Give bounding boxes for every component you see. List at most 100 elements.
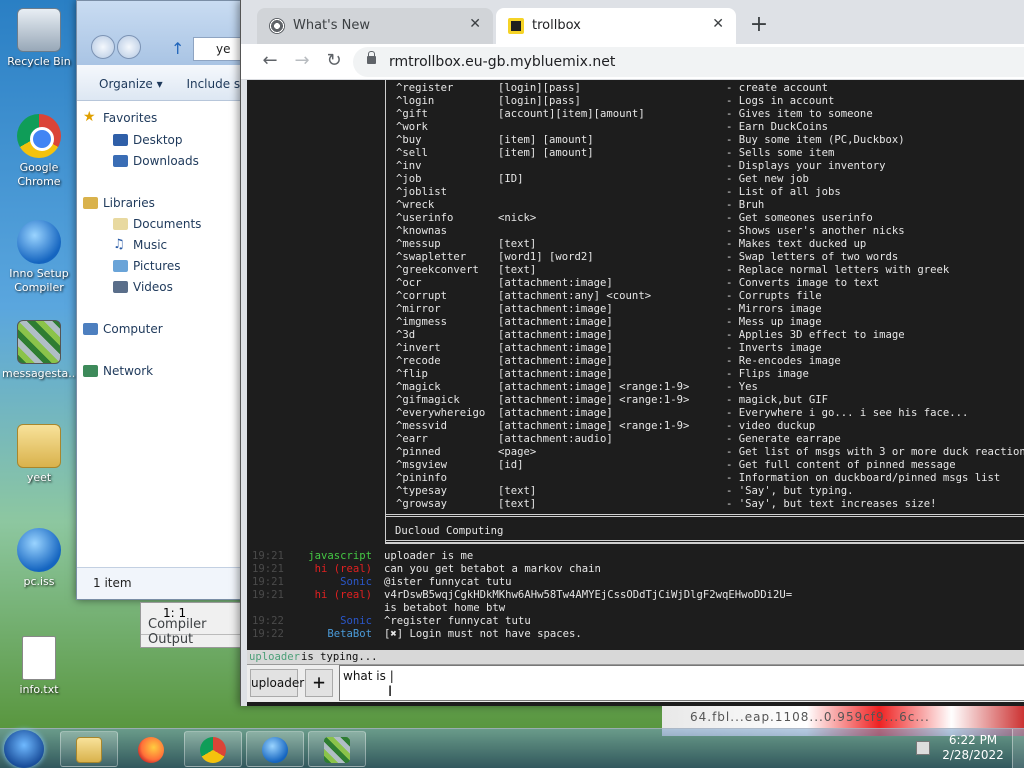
command-list: ^register [login][pass] - create account ^l… (385, 80, 1024, 543)
pictures-icon (113, 260, 128, 272)
command-args: [login][pass] (498, 95, 581, 107)
desktop-icon-recycle-bin[interactable]: Recycle Bin (2, 8, 76, 69)
desktop-icon-pc-iss[interactable]: pc.iss (2, 528, 76, 589)
taskbar-explorer[interactable] (60, 731, 118, 767)
reload-icon[interactable]: ↻ (321, 50, 347, 74)
command-name: ^magick (396, 381, 441, 393)
command-args: [text] (498, 485, 537, 497)
command-args: [attachment:image] (498, 355, 613, 367)
nav-videos[interactable]: Videos (113, 280, 173, 294)
forward-arrow-icon[interactable]: → (289, 50, 315, 74)
nav-network[interactable]: Network (83, 364, 153, 378)
command-description: - Mess up image (726, 316, 822, 328)
taskbar-registry[interactable] (308, 731, 366, 767)
command-name: ^earr (396, 433, 428, 445)
typing-text: is typing... (301, 651, 378, 663)
compiler-output-tab[interactable]: Compiler Output (141, 611, 247, 647)
forward-button[interactable] (117, 35, 141, 59)
tab-strip: What's New ✕ trollbox ✕ + (241, 0, 1024, 44)
clock-date: 2/28/2022 (942, 748, 1004, 762)
nav-favorites[interactable]: ★ Favorites (83, 109, 157, 125)
message-text: is betabot home btw (384, 602, 506, 614)
command-name: ^wreck (396, 199, 435, 211)
nav-label: Downloads (133, 154, 199, 168)
command-name: ^3d (396, 329, 416, 341)
taskbar-firefox[interactable] (122, 731, 180, 767)
organize-button[interactable]: Organize ▾ (99, 77, 163, 91)
command-name: ^messup (396, 238, 441, 250)
desktop-icon-yeet[interactable]: yeet (2, 424, 76, 485)
command-args: [id] (498, 459, 524, 471)
taskbar-inno-setup[interactable] (246, 731, 304, 767)
nav-music[interactable]: ♫ Music (113, 237, 168, 252)
message-input[interactable]: what is | (339, 665, 1024, 701)
command-name: ^joblist (396, 186, 448, 198)
message-nick[interactable]: hi (real) (247, 563, 372, 576)
close-icon[interactable]: ✕ (712, 16, 724, 32)
command-args: [word1] [word2] (498, 251, 594, 263)
command-description: - video duckup (726, 420, 816, 432)
command-list-footer: Ducloud Computing (385, 514, 1024, 544)
trollbox-favicon (508, 18, 524, 34)
nav-computer[interactable]: Computer (83, 322, 163, 336)
command-description: - Logs in account (726, 95, 835, 107)
nav-pictures[interactable]: Pictures (113, 259, 181, 273)
command-description: - Buy some item (PC,Duckbox) (726, 134, 905, 146)
message-nick[interactable]: BetaBot (247, 628, 372, 641)
command-description: - Makes text ducked up (726, 238, 867, 250)
command-description: - Flips image (726, 368, 809, 380)
folder-icon (76, 737, 102, 763)
command-description: - Get full content of pinned message (726, 459, 956, 471)
inno-setup-icon (17, 220, 61, 264)
back-button[interactable] (91, 35, 115, 59)
message-nick[interactable]: hi (real) (247, 589, 372, 602)
desktop-icon-inno-setup[interactable]: Inno Setup Compiler (2, 220, 76, 295)
up-arrow-icon[interactable]: ↑ (171, 39, 184, 58)
close-icon[interactable]: ✕ (469, 16, 481, 32)
command-name: ^register (396, 82, 454, 94)
include-in-library-button[interactable]: Include s (186, 77, 240, 91)
message-text: @ister funnycat tutu (384, 576, 512, 588)
command-args: [attachment:audio] (498, 433, 613, 445)
attach-button[interactable]: + (305, 669, 333, 697)
start-button[interactable] (4, 730, 44, 768)
nav-documents[interactable]: Documents (113, 217, 201, 231)
registry-file-icon (17, 320, 61, 364)
command-args: [text] (498, 498, 537, 510)
command-name: ^pinned (396, 446, 441, 458)
desktop-icon-info-txt[interactable]: info.txt (2, 636, 76, 697)
nav-label: Music (133, 238, 168, 252)
lock-icon[interactable] (367, 51, 376, 64)
command-name: ^flip (396, 368, 428, 380)
command-name: ^job (396, 173, 422, 185)
command-description: - 'Say', but typing. (726, 485, 854, 497)
system-clock[interactable]: 6:22 PM 2/28/2022 (940, 733, 1006, 763)
tab-trollbox[interactable]: trollbox ✕ (496, 8, 736, 44)
nav-desktop[interactable]: Desktop (113, 133, 183, 147)
tab-whats-new[interactable]: What's New ✕ (257, 8, 493, 44)
message-nick[interactable]: Sonic (247, 576, 372, 589)
text-cursor-icon: I (388, 684, 393, 700)
command-name: ^inv (396, 160, 422, 172)
chat-input-bar: uploader + what is | (247, 664, 1024, 702)
videos-icon (113, 281, 128, 293)
desktop-icon-google-chrome[interactable]: Google Chrome (2, 114, 76, 189)
command-name: ^msgview (396, 459, 448, 471)
username-button[interactable]: uploader (250, 669, 304, 697)
nav-downloads[interactable]: Downloads (113, 154, 199, 168)
command-description: - Mirrors image (726, 303, 822, 315)
new-tab-button[interactable]: + (745, 12, 773, 40)
show-desktop-button[interactable] (1012, 729, 1024, 768)
back-arrow-icon[interactable]: ← (257, 50, 283, 74)
action-center-flag-icon[interactable] (916, 741, 930, 755)
desktop-icon-messagesta[interactable]: messagesta... (2, 320, 79, 381)
taskbar-chrome[interactable] (184, 731, 242, 767)
chrome-icon (200, 737, 226, 763)
message-nick[interactable]: javascript (247, 550, 372, 563)
folder-icon (17, 424, 61, 468)
address-bar[interactable]: rmtrollbox.eu-gb.mybluemix.net (353, 47, 1024, 77)
nav-libraries[interactable]: Libraries (83, 196, 155, 210)
message-nick[interactable]: Sonic (247, 615, 372, 628)
command-name: ^greekconvert (396, 264, 479, 276)
command-args: [attachment:image] <range:1-9> (498, 420, 690, 432)
